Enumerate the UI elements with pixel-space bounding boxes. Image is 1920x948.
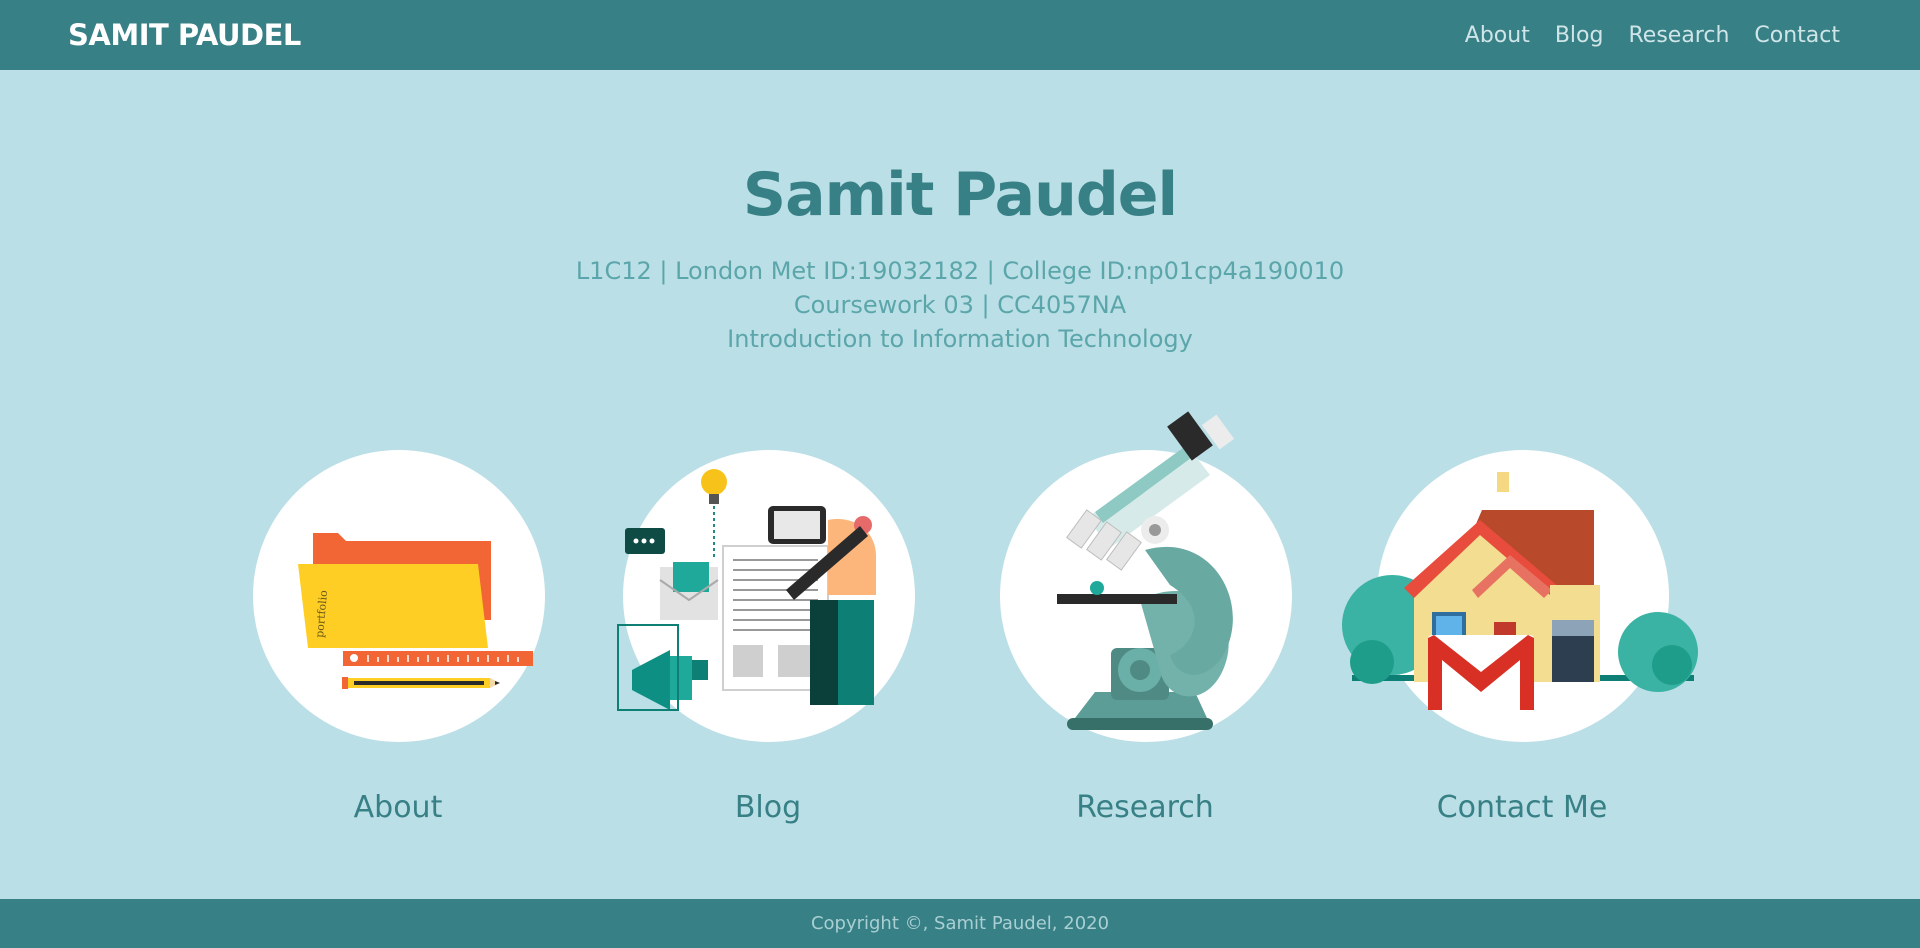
card-contact[interactable]: Contact Me: [1332, 420, 1698, 840]
house-mail-icon: [1342, 472, 1698, 710]
card-about[interactable]: portfolio About: [208, 420, 545, 840]
card-label-research: Research: [1076, 790, 1214, 825]
card-research[interactable]: Research: [955, 411, 1292, 840]
card-label-contact: Contact Me: [1436, 790, 1608, 825]
nav-link-blog[interactable]: Blog: [1555, 23, 1604, 48]
module-line: Introduction to Information Technology: [727, 325, 1193, 353]
folder-portfolio-icon: portfolio: [298, 533, 533, 689]
footer: Copyright ©, Samit Paudel, 2020: [0, 899, 1920, 948]
card-blog[interactable]: Blog: [578, 420, 915, 840]
copyright-text: Copyright ©, Samit Paudel, 2020: [810, 913, 1110, 934]
section-cards: portfolio About Blog Research Contact Me: [0, 411, 1920, 840]
top-navbar: SAMIT PAUDEL About Blog Research Contact: [0, 0, 1920, 70]
nav-links: About Blog Research Contact: [1465, 23, 1840, 48]
nav-link-about[interactable]: About: [1465, 23, 1530, 48]
nav-link-research[interactable]: Research: [1628, 23, 1729, 48]
microscope-icon: [1057, 411, 1235, 730]
hero-section: Samit Paudel L1C12 | London Met ID:19032…: [0, 160, 1920, 356]
student-id-line: L1C12 | London Met ID:19032182 | College…: [575, 257, 1345, 285]
brand-logo-link[interactable]: SAMIT PAUDEL: [68, 18, 301, 52]
coursework-line: Coursework 03 | CC4057NA: [793, 291, 1127, 319]
blog-writing-icon: [617, 469, 877, 711]
page-title: Samit Paudel: [742, 160, 1178, 230]
card-label-about: About: [353, 790, 443, 825]
card-label-blog: Blog: [734, 790, 802, 825]
nav-link-contact[interactable]: Contact: [1754, 23, 1840, 48]
